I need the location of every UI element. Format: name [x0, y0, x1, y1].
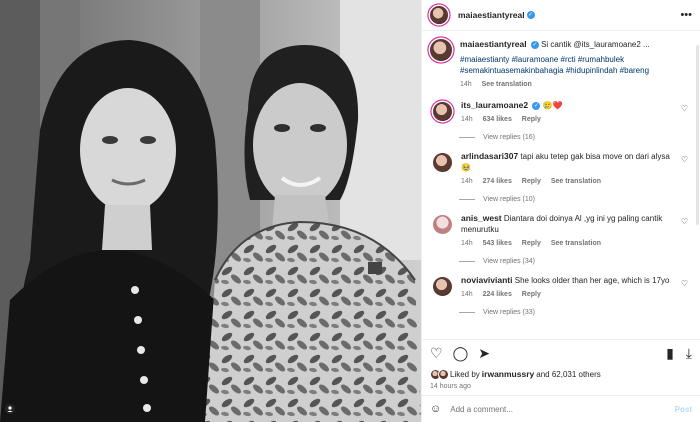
- view-replies-button[interactable]: View replies (16): [459, 134, 692, 141]
- user-tag-icon[interactable]: [5, 404, 15, 414]
- see-translation-link[interactable]: See translation: [551, 240, 601, 247]
- author-username[interactable]: maiaestiantyreal: [458, 10, 525, 20]
- view-replies-button[interactable]: View replies (33): [459, 309, 692, 316]
- post-photo[interactable]: [0, 0, 421, 422]
- liked-by-suffix: and 62,031 others: [536, 369, 601, 379]
- view-replies-button[interactable]: View replies (10): [459, 196, 692, 203]
- view-replies-label: View replies (33): [483, 309, 536, 316]
- comment-time: 14h: [461, 291, 473, 298]
- view-replies-button[interactable]: View replies (34): [459, 258, 692, 265]
- comment-icon[interactable]: ◯: [453, 345, 469, 362]
- add-comment-bar: ☺ Add a comment... Post: [422, 395, 700, 422]
- comment-item: noviavivianti She looks older than her a…: [430, 275, 692, 300]
- heart-icon[interactable]: ♡: [681, 279, 688, 288]
- comment-item: arlindasari307 tapi aku tetep gak bisa m…: [430, 151, 692, 187]
- more-icon[interactable]: •••: [680, 9, 692, 21]
- comment-likes[interactable]: 274 likes: [483, 178, 512, 185]
- caption-author-avatar[interactable]: [430, 39, 452, 61]
- heart-icon[interactable]: ♡: [681, 104, 688, 113]
- comment-avatar[interactable]: [433, 102, 452, 121]
- heart-icon[interactable]: ♡: [430, 345, 443, 362]
- post-timestamp: 14 hours ago: [430, 383, 471, 390]
- heart-icon[interactable]: ♡: [681, 217, 688, 226]
- bookmark-icon[interactable]: ▮: [666, 345, 674, 362]
- reply-button[interactable]: Reply: [522, 178, 541, 185]
- verified-badge-icon: ✓: [530, 40, 539, 49]
- post-comment-button[interactable]: Post: [675, 405, 692, 414]
- caption-hashtags[interactable]: #maiaestianty #lauramoane #rcti #rumahbu…: [460, 54, 692, 76]
- comment-likes[interactable]: 634 likes: [483, 116, 512, 123]
- comment-item: its_lauramoane2 ✓ 🥲❤️ 14h 634 likes Repl…: [430, 100, 692, 125]
- comment-time: 14h: [461, 240, 473, 247]
- view-replies-label: View replies (16): [483, 134, 536, 141]
- comment-text: 🥲❤️: [542, 101, 563, 110]
- likes-summary[interactable]: Liked by irwanmussry and 62,031 others: [422, 367, 700, 381]
- reply-button[interactable]: Reply: [522, 291, 541, 298]
- reply-button[interactable]: Reply: [522, 240, 541, 247]
- see-translation-link[interactable]: See translation: [551, 178, 601, 185]
- emoji-icon[interactable]: ☺: [430, 403, 441, 415]
- view-replies-label: View replies (10): [483, 196, 536, 203]
- comment-time: 14h: [461, 116, 473, 123]
- comment-text: She looks older than her age, which is 1…: [514, 276, 670, 285]
- verified-badge-icon: ✓: [532, 101, 541, 110]
- author-avatar[interactable]: [430, 6, 448, 24]
- caption-time: 14h: [460, 81, 472, 88]
- action-bar: ♡ ◯ ➤ ▮ ⤓: [422, 339, 700, 367]
- instagram-post: maiaestiantyreal ✓ ••• maiaestiantyreal …: [0, 0, 700, 422]
- comment-username[interactable]: noviavivianti: [461, 275, 513, 285]
- heart-icon[interactable]: ♡: [681, 155, 688, 164]
- post-side-panel: maiaestiantyreal ✓ ••• maiaestiantyreal …: [421, 0, 700, 422]
- comment-username[interactable]: anis_west: [461, 213, 502, 223]
- liked-by-prefix: Liked by: [450, 369, 480, 379]
- reply-button[interactable]: Reply: [522, 116, 541, 123]
- comment-time: 14h: [461, 178, 473, 185]
- comment-likes[interactable]: 224 likes: [483, 291, 512, 298]
- comment-avatar[interactable]: [433, 153, 452, 172]
- photo-image: [0, 0, 421, 422]
- comment-username[interactable]: arlindasari307: [461, 151, 518, 161]
- comment-avatar[interactable]: [433, 215, 452, 234]
- view-replies-label: View replies (34): [483, 258, 536, 265]
- verified-badge-icon: ✓: [526, 11, 535, 19]
- comment-username[interactable]: its_lauramoane2: [461, 100, 528, 110]
- see-translation-link[interactable]: See translation: [482, 81, 532, 88]
- liker-avatar: [438, 368, 449, 380]
- download-icon[interactable]: ⤓: [686, 345, 692, 362]
- caption-text: Si cantik @its_lauramoane2 ...: [541, 40, 650, 49]
- comments-list[interactable]: maiaestiantyreal ✓ Si cantik @its_lauram…: [422, 31, 700, 339]
- liker-avatars: [430, 368, 449, 380]
- comment-likes[interactable]: 543 likes: [483, 240, 512, 247]
- caption-author-username[interactable]: maiaestiantyreal: [460, 39, 527, 49]
- liked-by-user[interactable]: irwanmussry: [482, 369, 534, 379]
- comment-item: anis_west Diantara doi doinya Al ,yg ini…: [430, 213, 692, 249]
- post-header: maiaestiantyreal ✓ •••: [422, 0, 700, 31]
- caption: maiaestiantyreal ✓ Si cantik @its_lauram…: [430, 39, 692, 90]
- comments-scrollbar[interactable]: [695, 45, 700, 225]
- add-comment-input[interactable]: Add a comment...: [450, 405, 674, 414]
- share-icon[interactable]: ➤: [478, 345, 490, 362]
- comment-avatar[interactable]: [433, 277, 452, 296]
